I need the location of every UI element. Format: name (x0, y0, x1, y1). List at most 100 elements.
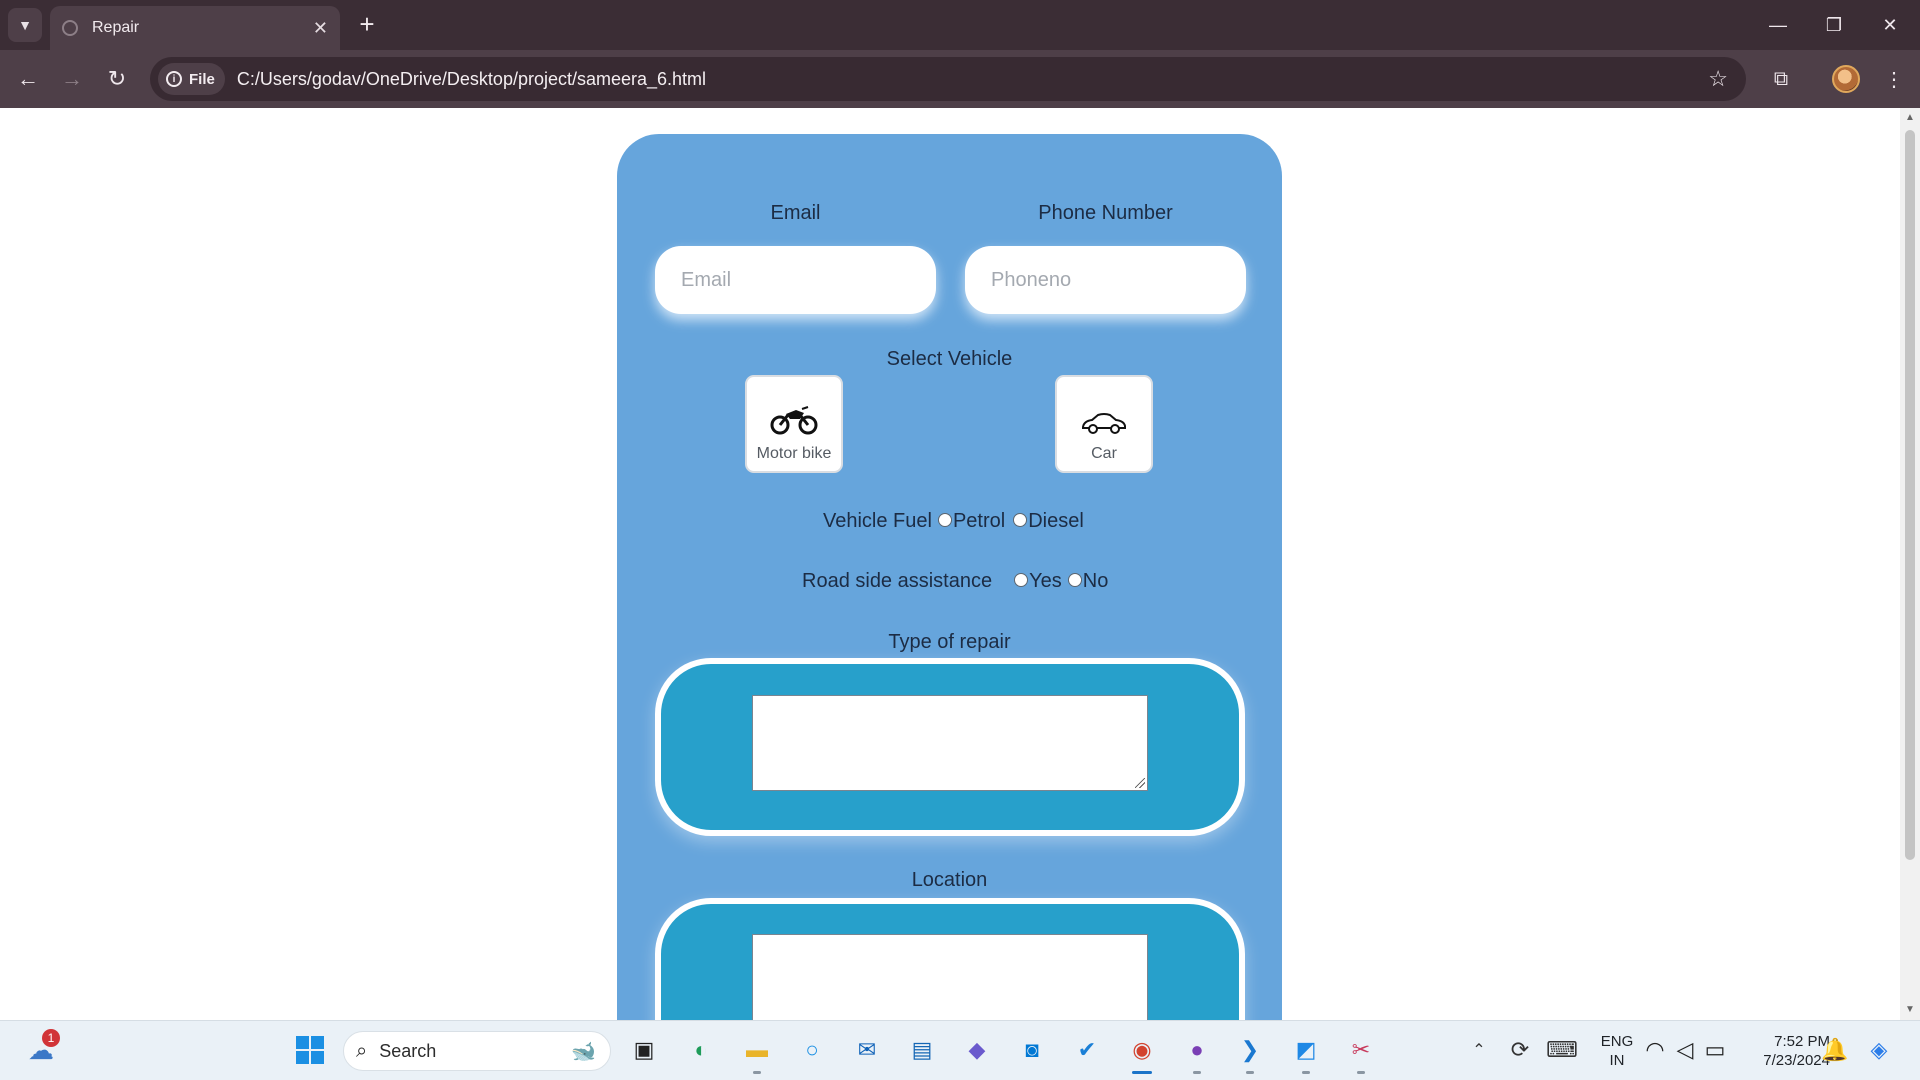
wifi-icon[interactable]: ◠ (1638, 1033, 1672, 1067)
time: 7:52 PM (1774, 1033, 1830, 1050)
url-text[interactable]: C:/Users/godav/OneDrive/Desktop/project/… (237, 69, 1708, 90)
language-indicator[interactable]: ENG IN (1592, 1032, 1642, 1070)
motorbike-icon (770, 406, 818, 435)
tab-search-button[interactable]: ▼ (8, 8, 42, 42)
yes-option-label[interactable]: Yes (1029, 570, 1062, 593)
location-box (655, 898, 1245, 1020)
site-info-chip[interactable]: i File (158, 63, 225, 95)
fuel-label: Vehicle Fuel (823, 510, 932, 532)
extensions-icon[interactable]: ⧉ (1763, 61, 1799, 97)
copilot-pre-icon[interactable]: ◈ (1862, 1033, 1896, 1067)
email-field[interactable] (655, 246, 936, 314)
battery-icon[interactable]: ▭ (1698, 1033, 1732, 1067)
vehicle-label: Car (1091, 445, 1117, 462)
close-tab-icon[interactable]: ✕ (313, 18, 328, 39)
todo-icon[interactable]: ✔ (1070, 1033, 1104, 1067)
minimize-button[interactable]: — (1750, 0, 1806, 50)
whale-highlight-icon: 🐋 (571, 1040, 596, 1063)
roadside-row: Road side assistance Yes No (802, 570, 1108, 593)
diesel-radio[interactable] (1013, 512, 1028, 527)
car-icon (1082, 413, 1126, 434)
tab-title: Repair (92, 19, 140, 36)
github-icon[interactable]: ● (1180, 1033, 1214, 1067)
page-viewport: Email Phone Number Select Vehicle Motor … (0, 108, 1900, 1020)
page-scrollbar[interactable]: ▲ ▼ (1900, 108, 1920, 1020)
lang-line1: ENG (1600, 1033, 1634, 1050)
vehicle-option-motorbike[interactable]: Motor bike (745, 375, 843, 473)
clock[interactable]: 7:52 PM 7/23/2024 (1740, 1032, 1830, 1070)
vehicle-label: Motor bike (756, 445, 832, 462)
sync-icon[interactable]: ⟳ (1503, 1033, 1537, 1067)
select-vehicle-label: Select Vehicle (886, 348, 1013, 370)
bookmark-star-icon[interactable]: ☆ (1708, 66, 1728, 92)
profile-button[interactable] (1828, 61, 1864, 97)
notification-bell-icon[interactable]: 🔔 (1818, 1033, 1852, 1067)
roadside-label: Road side assistance (802, 570, 993, 592)
info-icon: i (166, 71, 182, 87)
task-view-icon[interactable]: ▣ (627, 1033, 661, 1067)
windows-taskbar: ☁ 1 ⌕ Search 🐋 ▣ ◐ ▬ ○ ✉ ▤ ◆ ◙ ✔ ◉ ● ❯ ◩… (0, 1020, 1920, 1080)
outlook-icon[interactable]: ✉ (850, 1033, 884, 1067)
repair-type-textarea[interactable] (752, 695, 1148, 791)
vehicle-option-car[interactable]: Car (1055, 375, 1153, 473)
taskbar-search[interactable]: ⌕ Search 🐋 (343, 1031, 611, 1071)
petrol-option-label[interactable]: Petrol (953, 510, 1005, 533)
blue-app-icon[interactable]: ◙ (1015, 1033, 1049, 1067)
scroll-thumb[interactable] (1905, 130, 1915, 860)
running-indicator (1246, 1071, 1254, 1074)
windows-start-icon[interactable] (293, 1033, 327, 1067)
forward-button[interactable]: → (54, 61, 90, 97)
petrol-radio[interactable] (937, 512, 952, 527)
active-indicator (1132, 1071, 1152, 1074)
phone-field[interactable] (965, 246, 1246, 314)
location-textarea[interactable] (752, 934, 1148, 1020)
vscode-icon[interactable]: ❯ (1233, 1033, 1267, 1067)
no-radio[interactable] (1067, 572, 1082, 587)
photos-icon[interactable]: ◩ (1289, 1033, 1323, 1067)
yes-radio[interactable] (1014, 572, 1029, 587)
menu-kebab-icon[interactable]: ⋮ (1876, 61, 1912, 97)
running-indicator (753, 1071, 761, 1074)
browser-toolbar: ← → ↻ i File C:/Users/godav/OneDrive/Des… (0, 50, 1920, 108)
close-window-button[interactable]: ✕ (1862, 0, 1918, 50)
date: 7/23/2024 (1763, 1052, 1830, 1069)
diesel-option-label[interactable]: Diesel (1028, 510, 1084, 533)
globe-icon (62, 20, 78, 36)
store-icon[interactable]: ▤ (905, 1033, 939, 1067)
new-tab-button[interactable]: + (352, 10, 382, 40)
scroll-up-icon[interactable]: ▲ (1904, 112, 1916, 124)
resize-handle-icon[interactable] (1135, 778, 1145, 788)
search-placeholder: Search (379, 1040, 437, 1061)
running-indicator (1193, 1071, 1201, 1074)
snipping-tool-icon[interactable]: ✂ (1344, 1033, 1378, 1067)
chrome-icon[interactable]: ◉ (1125, 1033, 1159, 1067)
keyboard-icon[interactable]: ⌨ (1545, 1033, 1579, 1067)
volume-icon[interactable]: ◁ (1668, 1033, 1702, 1067)
copilot-icon[interactable]: ◆ (960, 1033, 994, 1067)
edge-icon[interactable]: ◐ (684, 1033, 718, 1067)
cortana-icon[interactable]: ○ (795, 1033, 829, 1067)
running-indicator (1302, 1071, 1310, 1074)
file-explorer-icon[interactable]: ▬ (740, 1033, 774, 1067)
location-label: Location (911, 869, 988, 891)
notification-badge: 1 (42, 1029, 60, 1047)
email-label: Email (770, 202, 821, 224)
address-bar[interactable]: i File C:/Users/godav/OneDrive/Desktop/p… (150, 57, 1746, 101)
scroll-down-icon[interactable]: ▼ (1904, 1004, 1916, 1016)
arrow-left-icon: ← (17, 66, 39, 91)
file-label: File (189, 70, 215, 88)
browser-tab[interactable]: Repair ✕ (50, 6, 340, 50)
no-option-label[interactable]: No (1083, 570, 1109, 593)
chevron-down-icon: ▼ (18, 17, 32, 33)
search-icon: ⌕ (356, 1039, 368, 1062)
reload-button[interactable]: ↻ (99, 61, 135, 97)
running-indicator (1357, 1071, 1365, 1074)
repair-form: Email Phone Number Select Vehicle Motor … (617, 134, 1282, 1020)
reload-icon: ↻ (107, 66, 127, 91)
restore-button[interactable]: ❐ (1806, 0, 1862, 50)
chevron-up-icon[interactable]: ⌃ (1462, 1033, 1496, 1067)
phone-label: Phone Number (1038, 202, 1173, 224)
repair-type-box (655, 658, 1245, 836)
back-button[interactable]: ← (10, 61, 46, 97)
arrow-right-icon: → (61, 66, 83, 91)
